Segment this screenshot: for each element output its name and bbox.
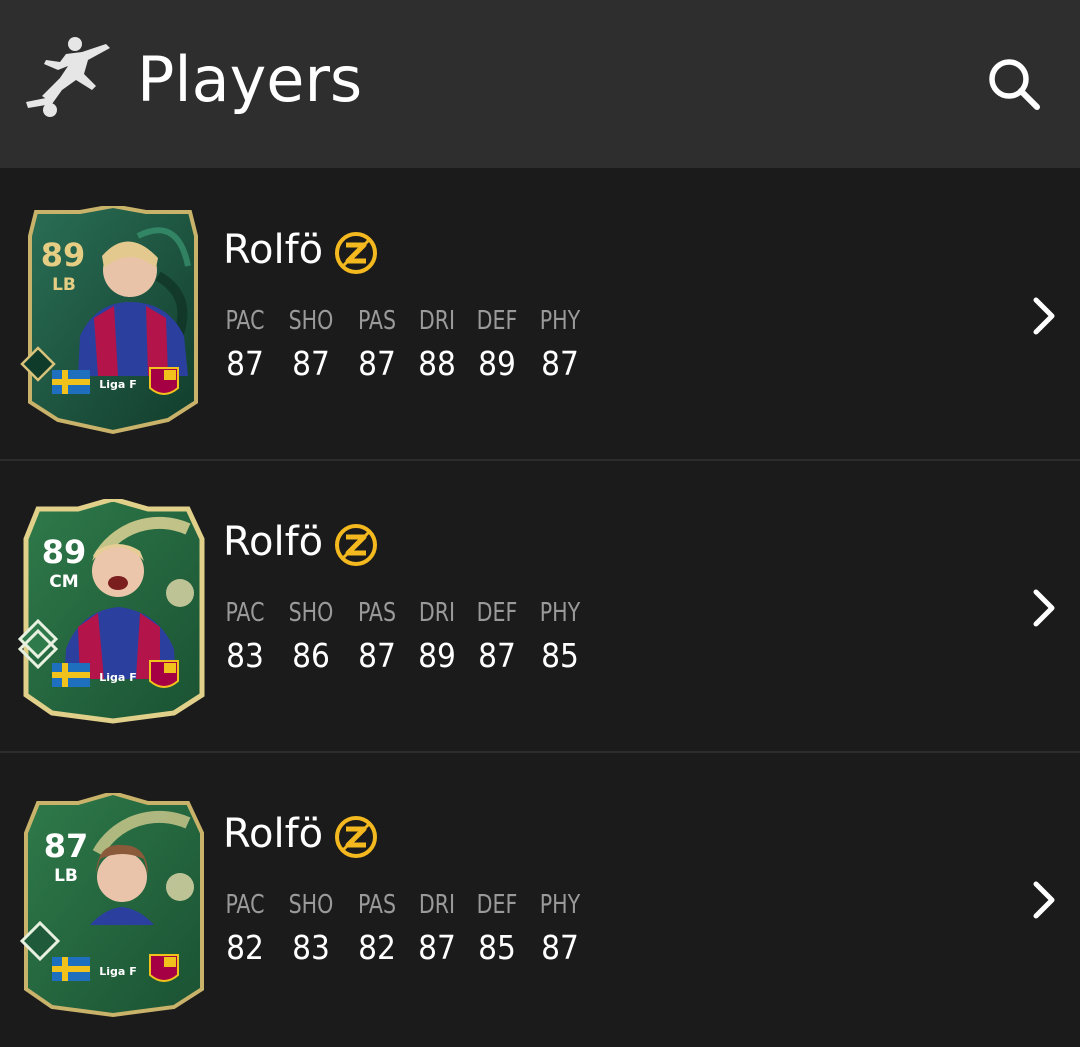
chevron-right-icon[interactable] bbox=[1028, 880, 1060, 920]
stat-def: DEF 89 bbox=[476, 306, 518, 383]
stat-pac: PAC 83 bbox=[225, 598, 265, 675]
card-position: CM bbox=[49, 572, 78, 592]
chevron-right-icon[interactable] bbox=[1028, 588, 1060, 628]
stat-sho: SHO 86 bbox=[288, 598, 334, 675]
page-title: Players bbox=[137, 43, 363, 116]
evolution-badge-icon bbox=[335, 232, 377, 274]
stat-phy: PHY 85 bbox=[539, 598, 581, 675]
card-league: Liga F bbox=[99, 965, 136, 978]
player-card-image: 87 LB Liga F bbox=[19, 793, 204, 1018]
card-position: LB bbox=[52, 275, 76, 295]
app-header: Players bbox=[0, 0, 1080, 168]
evolution-badge-icon bbox=[335, 816, 377, 858]
player-row[interactable]: 87 LB Liga F Rolfö PAC 82 SHO 83 PAS 82 DRI… bbox=[0, 753, 1080, 1045]
evolution-badge-icon bbox=[335, 524, 377, 566]
card-rating: 89 bbox=[41, 236, 86, 274]
stat-pac: PAC 87 bbox=[225, 306, 265, 383]
chevron-right-icon[interactable] bbox=[1028, 296, 1060, 336]
player-row[interactable]: 89 CM Liga F Rolfö PAC 83 SHO 86 PAS 87 DRI… bbox=[0, 461, 1080, 753]
player-name: Rolfö bbox=[223, 227, 324, 273]
stat-sho: SHO 87 bbox=[288, 306, 334, 383]
card-position: LB bbox=[54, 866, 78, 886]
player-list: 89 LB Liga F Rolfö PAC 87 SHO 87 PAS 87 DRI… bbox=[0, 169, 1080, 1045]
player-card-image: 89 LB Liga F bbox=[20, 206, 198, 435]
stat-def: DEF 85 bbox=[476, 890, 518, 967]
stat-phy: PHY 87 bbox=[539, 306, 581, 383]
player-name: Rolfö bbox=[223, 811, 324, 857]
card-league: Liga F bbox=[99, 378, 136, 391]
card-league: Liga F bbox=[99, 671, 136, 684]
card-rating: 87 bbox=[44, 827, 89, 865]
search-icon[interactable] bbox=[984, 54, 1044, 114]
player-row[interactable]: 89 LB Liga F Rolfö PAC 87 SHO 87 PAS 87 DRI… bbox=[0, 169, 1080, 461]
player-name: Rolfö bbox=[223, 519, 324, 565]
stat-phy: PHY 87 bbox=[539, 890, 581, 967]
card-rating: 89 bbox=[42, 533, 87, 571]
stat-pac: PAC 82 bbox=[225, 890, 265, 967]
player-card-image: 89 CM Liga F bbox=[18, 499, 205, 724]
stat-sho: SHO 83 bbox=[288, 890, 334, 967]
footballer-kicking-icon bbox=[26, 37, 110, 117]
stat-def: DEF 87 bbox=[476, 598, 518, 675]
